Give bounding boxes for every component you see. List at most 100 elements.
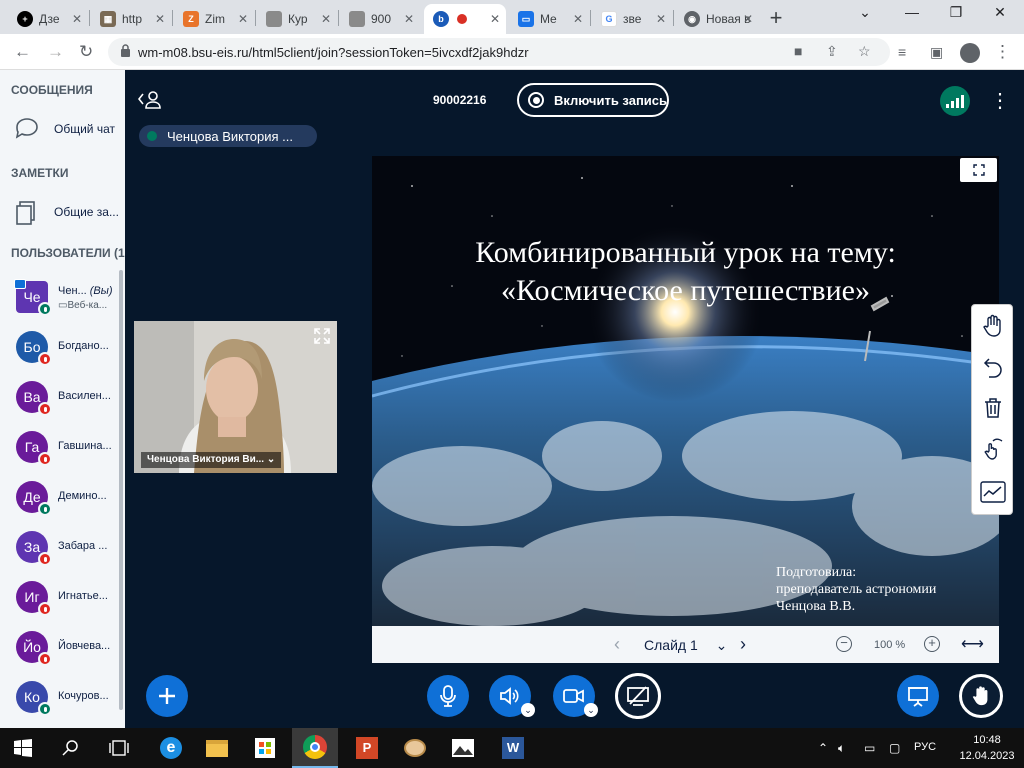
search-button[interactable] — [48, 728, 94, 768]
user-name: Демино... — [58, 490, 107, 502]
start-button[interactable] — [0, 728, 46, 768]
camera-icon[interactable]: ■ — [794, 43, 802, 59]
talking-indicator[interactable]: Ченцова Виктория ... — [139, 125, 317, 147]
explorer-app[interactable] — [194, 728, 240, 768]
windows-taskbar: e P W ⌃ 🔈︎ ▭ ▢ РУС 10:48 12.04.2023 — [0, 728, 1024, 768]
prev-slide-button[interactable]: ‹ — [614, 634, 620, 655]
chevron-down-icon[interactable]: ⌄ — [850, 4, 880, 21]
user-item[interactable]: Ко Кочуров... — [16, 681, 124, 721]
menu-icon[interactable]: ⋮ — [994, 42, 1011, 62]
clock[interactable]: 10:48 12.04.2023 — [956, 732, 1018, 764]
tab-7[interactable]: ▭ Me ✕ — [509, 4, 589, 34]
paint-app[interactable] — [392, 728, 438, 768]
user-item[interactable]: Йо Йовчева... — [16, 631, 124, 671]
camera-settings-button[interactable]: ⌄ — [584, 703, 598, 717]
user-item[interactable]: За Забара ... — [16, 531, 124, 571]
fullscreen-icon[interactable] — [313, 327, 331, 345]
raise-hand-button[interactable] — [959, 674, 1003, 718]
network-icon[interactable]: ▭ — [864, 741, 875, 755]
zoom-in-button[interactable]: + — [924, 636, 940, 652]
record-button[interactable]: Включить запись — [517, 83, 669, 117]
task-view-button[interactable] — [96, 728, 142, 768]
connection-status-icon[interactable] — [940, 86, 970, 116]
sidebar-scrollbar[interactable] — [119, 270, 123, 710]
store-app[interactable] — [242, 728, 288, 768]
chevron-up-icon[interactable]: ⌃ — [818, 741, 828, 755]
slide-select[interactable]: Слайд 1 ⌄ — [644, 637, 727, 654]
user-item[interactable]: Ва Василен... — [16, 381, 124, 421]
user-item[interactable]: Иг Игнатье... — [16, 581, 124, 621]
webcam-label[interactable]: Ченцова Виктория Ви... ⌄ — [141, 452, 281, 468]
next-slide-button[interactable]: › — [740, 634, 746, 655]
tab-4[interactable]: Кур ✕ — [257, 4, 337, 34]
messages-header: СООБЩЕНИЯ — [11, 83, 93, 97]
users-toggle-button[interactable] — [137, 90, 162, 115]
presentation-slide[interactable]: Комбинированный урок на тему: «Космическ… — [372, 156, 999, 626]
user-item[interactable]: Де Демино... — [16, 481, 124, 521]
language-indicator[interactable]: РУС — [914, 741, 936, 753]
audio-settings-button[interactable]: ⌄ — [521, 703, 535, 717]
screenshare-button[interactable] — [615, 673, 661, 719]
shared-notes-item[interactable]: Общие за... — [14, 198, 119, 226]
webcam-video[interactable] — [134, 321, 337, 473]
minimize-button[interactable]: — — [897, 4, 927, 20]
user-item[interactable]: Бо Богдано... — [16, 331, 124, 371]
star-icon[interactable]: ☆ — [858, 43, 871, 60]
close-icon[interactable]: ✕ — [321, 12, 331, 26]
zoom-out-button[interactable]: − — [836, 636, 852, 652]
options-menu-icon[interactable]: ⋮ — [990, 88, 1010, 113]
media-icon[interactable]: ≡ — [898, 44, 906, 60]
url-text[interactable]: wm-m08.bsu-eis.ru/html5client/join?sessi… — [138, 45, 529, 60]
reload-button[interactable]: ↻ — [79, 42, 93, 62]
tab-1[interactable]: + Дзе ✕ — [8, 4, 88, 34]
close-icon[interactable]: ✕ — [404, 12, 414, 26]
undo-icon — [983, 358, 1002, 378]
mute-button[interactable] — [427, 675, 469, 717]
slide-fullscreen-button[interactable] — [960, 158, 997, 182]
profile-icon[interactable] — [960, 43, 980, 63]
side-panel-icon[interactable]: ▣ — [930, 44, 943, 61]
tab-active[interactable]: b ✕ — [424, 4, 506, 34]
user-name: Гавшина... — [58, 440, 112, 452]
tab-8[interactable]: G зве ✕ — [592, 4, 672, 34]
tab-5[interactable]: 900 ✕ — [340, 4, 420, 34]
chrome-app[interactable] — [292, 728, 338, 768]
public-chat-item[interactable]: Общий чат — [14, 116, 115, 142]
close-icon[interactable]: ✕ — [72, 12, 82, 26]
presentation-button[interactable] — [897, 675, 939, 717]
clear-button[interactable] — [976, 391, 1010, 425]
powerpoint-app[interactable]: P — [344, 728, 390, 768]
share-icon[interactable]: ⇪ — [826, 43, 838, 60]
close-icon[interactable]: ✕ — [573, 12, 583, 26]
lock-icon[interactable] — [120, 44, 131, 57]
undo-button[interactable] — [976, 350, 1010, 384]
close-icon[interactable]: ✕ — [743, 12, 753, 26]
close-icon[interactable]: ✕ — [155, 12, 165, 26]
tab-9[interactable]: ◉ Новая в ✕ — [675, 4, 759, 34]
pencil-tool-button[interactable] — [976, 475, 1010, 509]
tab-2[interactable]: ▦ http ✕ — [91, 4, 171, 34]
back-button[interactable]: ← — [14, 42, 31, 62]
volume-icon[interactable]: 🔈︎ — [838, 741, 845, 756]
pan-tool-button[interactable] — [976, 309, 1010, 343]
photos-app[interactable] — [440, 728, 486, 768]
multi-user-button[interactable] — [976, 432, 1010, 466]
user-item[interactable]: Га Гавшина... — [16, 431, 124, 471]
close-icon[interactable]: ✕ — [238, 12, 248, 26]
tab-3[interactable]: Z Zim ✕ — [174, 4, 254, 34]
mic-icon — [38, 502, 52, 516]
url-field[interactable]: wm-m08.bsu-eis.ru/html5client/join?sessi… — [108, 38, 890, 66]
maximize-button[interactable]: ❐ — [941, 4, 971, 21]
word-app[interactable]: W — [490, 728, 536, 768]
notification-icon[interactable]: ▢ — [889, 741, 900, 755]
close-icon[interactable]: ✕ — [656, 12, 666, 26]
close-icon[interactable]: ✕ — [490, 12, 500, 26]
hand-icon — [983, 314, 1001, 337]
new-tab-button[interactable]: + — [762, 5, 790, 31]
edge-app[interactable]: e — [148, 728, 194, 768]
close-window-button[interactable]: ✕ — [985, 4, 1015, 21]
user-item[interactable]: Че Чен... (Вы) ▭Веб-ка... — [14, 279, 124, 321]
fit-width-icon[interactable]: ⟷ — [961, 634, 984, 654]
forward-button[interactable]: → — [47, 42, 64, 62]
actions-button[interactable] — [146, 675, 188, 717]
